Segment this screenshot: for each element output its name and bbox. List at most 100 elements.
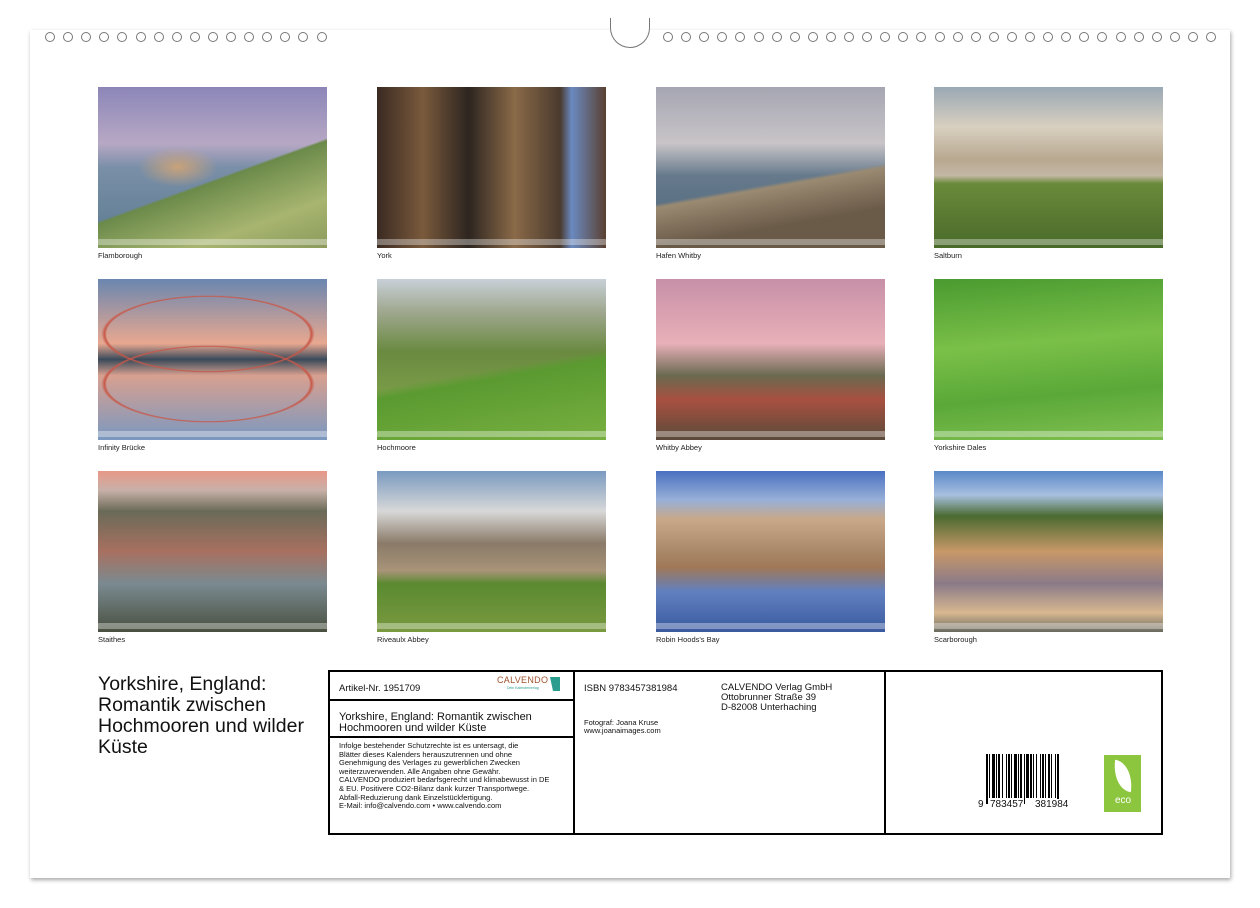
binding-hole	[898, 32, 908, 42]
binding-hole	[136, 32, 146, 42]
month-strip	[934, 239, 1163, 245]
logo-mark-icon	[550, 677, 560, 691]
binding-hole	[663, 32, 673, 42]
binding-hole	[45, 32, 55, 42]
photo-caption: Hochmoore	[377, 443, 416, 452]
info-book-title: Yorkshire, England: Romantik zwischen Ho…	[339, 712, 569, 734]
binding-hole	[790, 32, 800, 42]
photo-caption: Staithes	[98, 635, 125, 644]
binding-hole	[280, 32, 290, 42]
barcode-bar	[1024, 754, 1025, 804]
binding-hole	[808, 32, 818, 42]
binding-hole	[754, 32, 764, 42]
photo-caption: Whitby Abbey	[656, 443, 702, 452]
binding-hole	[226, 32, 236, 42]
month-strip	[934, 623, 1163, 629]
binding-hole	[1116, 32, 1126, 42]
article-number: Artikel-Nr. 1951709	[339, 683, 420, 694]
calendar-photo	[656, 471, 885, 632]
barcode-bar	[1042, 754, 1044, 798]
binding-hole	[1007, 32, 1017, 42]
calendar-photo	[656, 87, 885, 248]
barcode-bar	[1014, 754, 1017, 798]
binding-hole	[317, 32, 327, 42]
calendar-photo	[934, 87, 1163, 248]
barcode-bar	[1008, 754, 1010, 798]
month-strip	[98, 431, 327, 437]
binding-hole	[880, 32, 890, 42]
barcode-bar	[1057, 754, 1059, 804]
eco-badge: eco	[1104, 755, 1141, 812]
legal-notice: Infolge bestehender Schutzrechte ist es …	[339, 742, 571, 811]
barcode-bar	[992, 754, 995, 798]
binding-hole	[262, 32, 272, 42]
photo-caption: Yorkshire Dales	[934, 443, 986, 452]
binding-hole	[1134, 32, 1144, 42]
calendar-photo	[98, 279, 327, 440]
barcode-bar	[989, 754, 990, 798]
binding-hole	[826, 32, 836, 42]
binding-hole	[717, 32, 727, 42]
photo-caption: Flamborough	[98, 251, 142, 260]
legal-line: E-Mail: info@calvendo.com • www.calvendo…	[339, 802, 571, 811]
binding-hole	[208, 32, 218, 42]
binding-hole	[1152, 32, 1162, 42]
photo-caption: Robin Hoods's Bay	[656, 635, 720, 644]
info-row-divider	[328, 736, 574, 738]
month-strip	[98, 623, 327, 629]
barcode-bar	[1011, 754, 1012, 798]
barcode: 9 783457 381984	[978, 754, 1080, 814]
calendar-photo	[377, 279, 606, 440]
calendar-photo	[377, 87, 606, 248]
binding-hole	[190, 32, 200, 42]
binding-hole	[681, 32, 691, 42]
info-row-divider	[328, 699, 574, 701]
binding-hole	[117, 32, 127, 42]
month-strip	[656, 431, 885, 437]
binding-hole	[1043, 32, 1053, 42]
photo-caption: York	[377, 251, 392, 260]
calendar-photo	[656, 279, 885, 440]
month-strip	[377, 623, 606, 629]
info-col-divider	[884, 670, 886, 835]
month-strip	[656, 239, 885, 245]
month-strip	[377, 431, 606, 437]
barcode-bar	[1006, 754, 1007, 798]
calendar-photo	[377, 471, 606, 632]
isbn: ISBN 9783457381984	[584, 683, 678, 694]
binding-hole	[844, 32, 854, 42]
barcode-bar	[1018, 754, 1019, 798]
barcode-bar	[1033, 754, 1034, 798]
binding-hole	[935, 32, 945, 42]
barcode-bar	[1045, 754, 1046, 798]
binding-hole	[244, 32, 254, 42]
photo-caption: Riveaulx Abbey	[377, 635, 429, 644]
barcode-bar	[998, 754, 1000, 798]
barcode-bar	[986, 754, 988, 804]
publisher-line: D-82008 Unterhaching	[721, 702, 817, 713]
binding-hole	[81, 32, 91, 42]
binding-hole	[99, 32, 109, 42]
photo-caption: Saltburn	[934, 251, 962, 260]
binding-hole	[63, 32, 73, 42]
month-strip	[656, 623, 885, 629]
barcode-bar	[1030, 754, 1032, 798]
photographer-website: www.joanaimages.com	[584, 727, 661, 736]
binding-hole	[971, 32, 981, 42]
binding-hole	[989, 32, 999, 42]
binding-hole	[1188, 32, 1198, 42]
binding-hole	[772, 32, 782, 42]
month-strip	[98, 239, 327, 245]
barcode-bar	[1040, 754, 1041, 798]
binding-hole	[172, 32, 182, 42]
barcode-bar	[996, 754, 997, 798]
calendar-photo	[934, 279, 1163, 440]
binding-hole	[154, 32, 164, 42]
photo-caption: Scarborough	[934, 635, 977, 644]
binding-hole	[298, 32, 308, 42]
barcode-bar	[1048, 754, 1050, 798]
barcode-bar	[1055, 754, 1056, 798]
binding-hole	[735, 32, 745, 42]
calendar-photo	[934, 471, 1163, 632]
calendar-photo	[98, 471, 327, 632]
